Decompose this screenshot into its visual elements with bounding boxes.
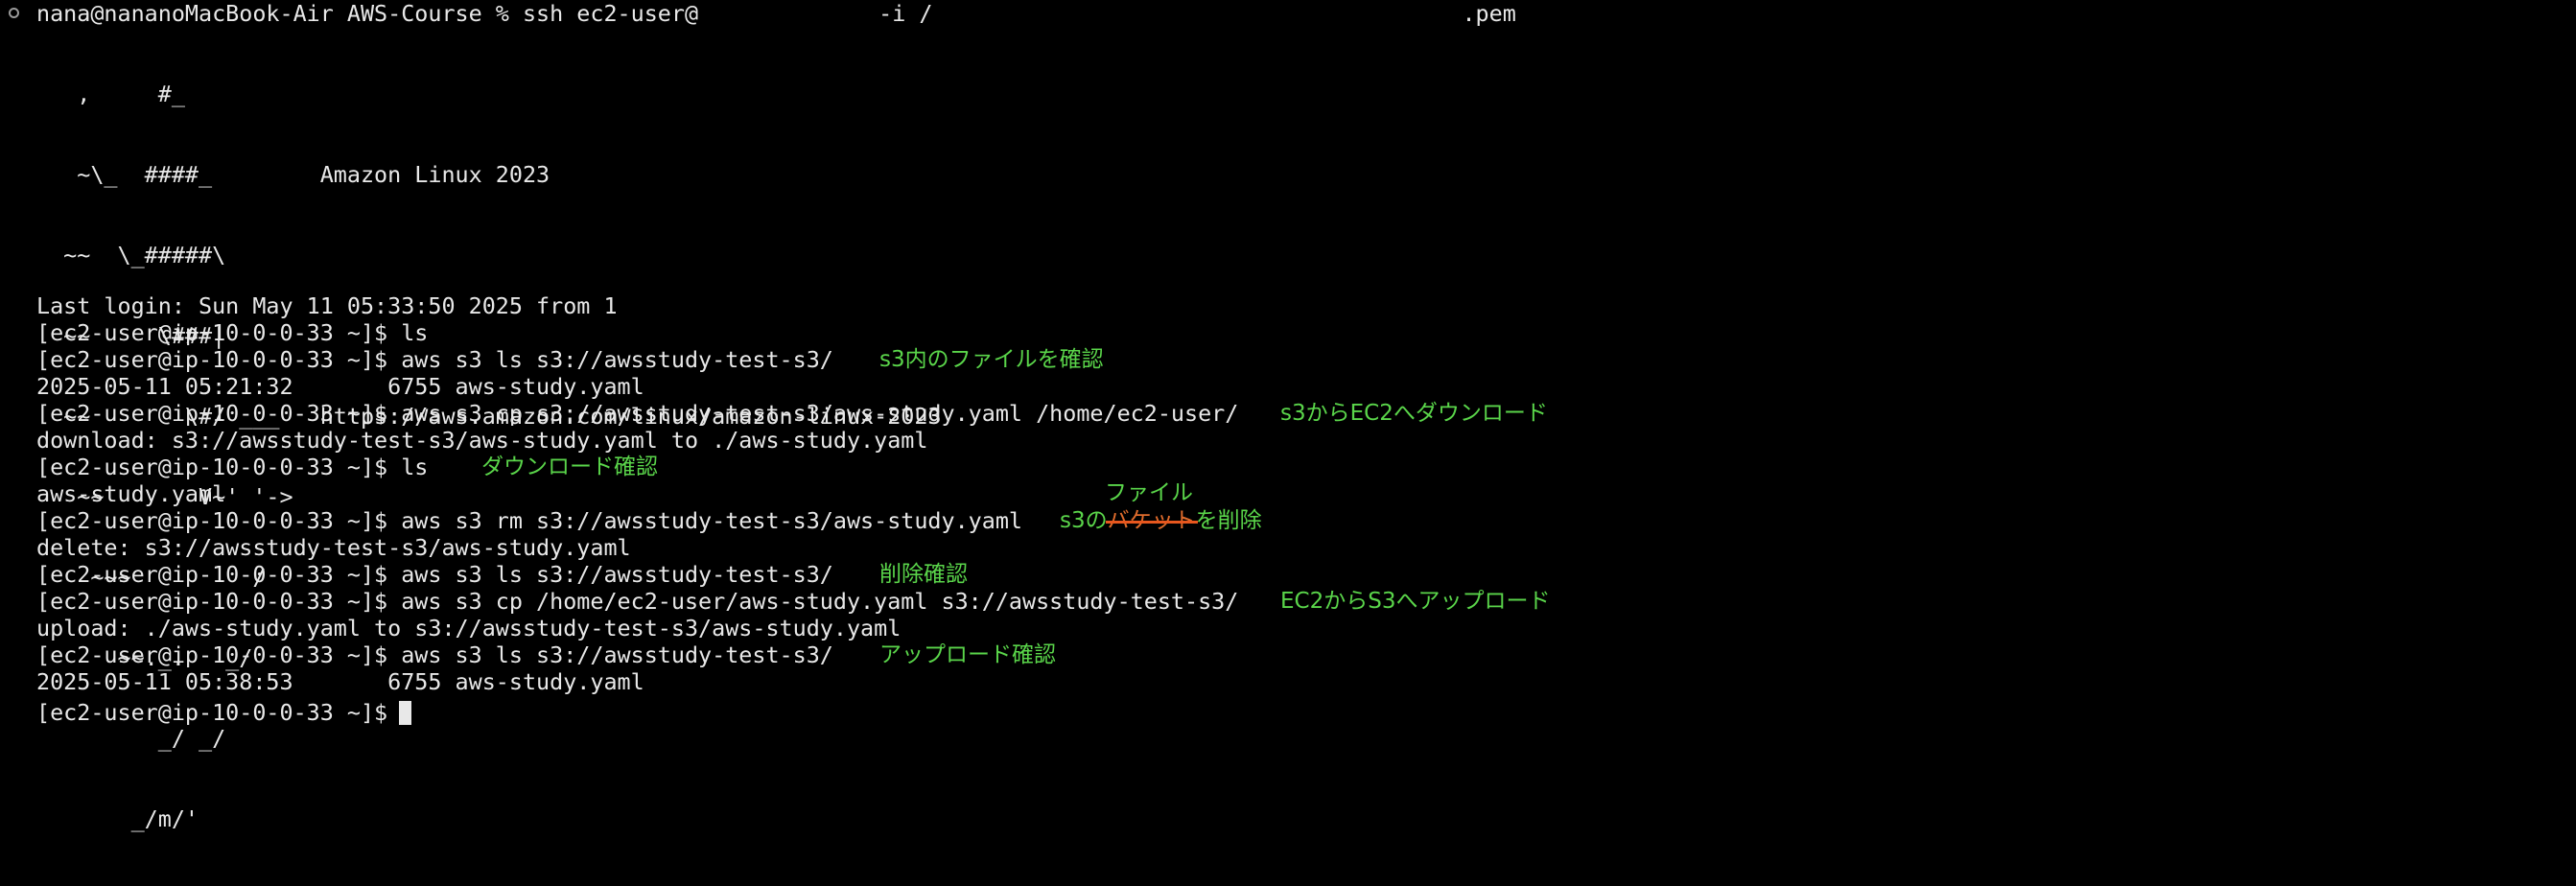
banner-line: ~\_ ####_ Amazon Linux 2023	[36, 161, 550, 188]
terminal-line: [ec2-user@ip-10-0-0-33 ~]$ aws s3 ls s3:…	[36, 641, 833, 668]
terminal-line: [ec2-user@ip-10-0-0-33 ~]$ aws s3 cp /ho…	[36, 588, 1239, 615]
annotation-remove-suffix: を削除	[1195, 508, 1262, 533]
ssh-command-line: nana@nananoMacBook-Air AWS-Course % ssh …	[36, 0, 1516, 27]
terminal-line: [ec2-user@ip-10-0-0-33 ~]$ aws s3 rm s3:…	[36, 507, 1023, 534]
terminal-line: [ec2-user@ip-10-0-0-33 ~]$ ls	[36, 454, 429, 480]
ssh-command-extension: .pem	[1462, 0, 1516, 27]
annotation-correction-file: ファイル	[1105, 480, 1193, 505]
text-cursor	[399, 701, 411, 725]
terminal-line: [ec2-user@ip-10-0-0-33 ~]$ aws s3 ls s3:…	[36, 346, 833, 373]
terminal-line: [ec2-user@ip-10-0-0-33 ~]$ aws s3 ls s3:…	[36, 561, 833, 588]
current-prompt-line[interactable]: [ec2-user@ip-10-0-0-33 ~]$	[36, 699, 401, 726]
terminal-line: 2025-05-11 05:21:32 6755 aws-study.yaml	[36, 373, 644, 400]
terminal-line: download: s3://awsstudy-test-s3/aws-stud…	[36, 427, 928, 454]
terminal-line: 2025-05-11 05:38:53 6755 aws-study.yaml	[36, 668, 644, 695]
redacted-key-path	[932, 5, 1463, 25]
ssh-command-key-flag: -i /	[865, 0, 933, 27]
redacted-ip	[617, 295, 811, 319]
terminal-line: delete: s3://awsstudy-test-s3/aws-study.…	[36, 534, 631, 561]
banner-line: , #_	[36, 81, 185, 107]
banner-line: _/m/'	[36, 805, 199, 832]
banner-line: ~~ \_#####\	[36, 242, 226, 268]
annotation-upload-check: アップロード確認	[879, 642, 1056, 667]
annotation-s3-list: s3内のファイルを確認	[879, 347, 1104, 372]
last-login-text: Last login: Sun May 11 05:33:50 2025 fro…	[36, 292, 618, 319]
annotation-download-check: ダウンロード確認	[481, 455, 658, 479]
terminal-line: [ec2-user@ip-10-0-0-33 ~]$ ls	[36, 319, 429, 346]
annotation-remove-prefix: s3の	[1060, 508, 1108, 533]
prompt-mark-icon	[9, 8, 19, 18]
ssh-command-text: nana@nananoMacBook-Air AWS-Course % ssh …	[36, 0, 699, 27]
annotation-upload: EC2からS3へアップロード	[1280, 589, 1551, 614]
banner-line: _/ _/	[36, 725, 226, 752]
annotation-download: s3からEC2へダウンロード	[1280, 401, 1548, 426]
terminal-line: aws-study.yaml	[36, 480, 226, 507]
strikethrough-mark	[1105, 521, 1198, 524]
annotation-remove: s3のバケット を削除	[1060, 507, 1262, 534]
annotation-delete-check: 削除確認	[879, 562, 968, 587]
last-login-line: Last login: Sun May 11 05:33:50 2025 fro…	[36, 292, 811, 319]
terminal-line: [ec2-user@ip-10-0-0-33 ~]$ aws s3 cp s3:…	[36, 400, 1239, 427]
redacted-host	[698, 5, 866, 25]
terminal-window[interactable]: nana@nananoMacBook-Air AWS-Course % ssh …	[0, 0, 2576, 832]
annotation-struck-word: バケット	[1105, 508, 1198, 533]
terminal-line: upload: ./aws-study.yaml to s3://awsstud…	[36, 615, 902, 641]
